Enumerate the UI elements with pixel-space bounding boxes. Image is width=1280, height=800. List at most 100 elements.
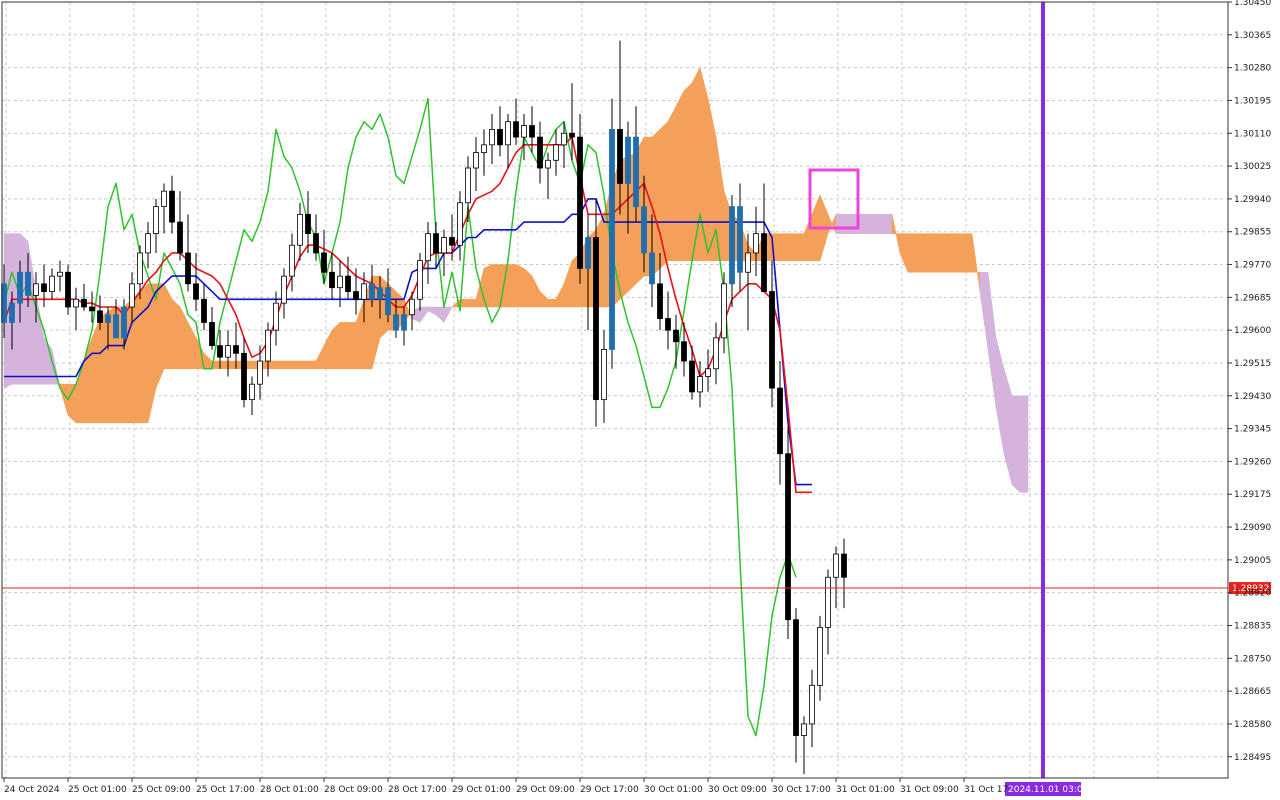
- candle-body: [601, 349, 607, 401]
- candle-body: [249, 383, 255, 401]
- y-tick-label: 1.28750: [1234, 654, 1271, 664]
- candle-body: [417, 260, 423, 300]
- candle-body: [345, 275, 351, 292]
- x-tick-label: 31 Oct 01:00: [836, 785, 895, 795]
- candle-body: [73, 298, 79, 308]
- y-tick-label: 1.29175: [1234, 490, 1271, 500]
- candle-body: [113, 314, 119, 339]
- candle-body: [465, 167, 471, 204]
- cloud-segment: [347, 322, 357, 370]
- y-tick-label: 1.29345: [1234, 425, 1271, 435]
- cloud-segment: [955, 233, 965, 273]
- candle-body: [577, 136, 583, 269]
- cloud-segment: [91, 318, 101, 424]
- x-tick-label: 28 Oct 17:00: [388, 785, 447, 795]
- y-tick-label: 1.29855: [1234, 228, 1271, 238]
- candle-body: [409, 298, 415, 316]
- candle-body: [129, 283, 135, 308]
- x-tick-label: 24 Oct 2024: [4, 785, 60, 795]
- candle-body: [785, 453, 791, 621]
- candle-body: [193, 283, 199, 300]
- candle-body: [425, 233, 431, 262]
- candle-body: [441, 237, 447, 254]
- x-tick-label: 28 Oct 01:00: [260, 785, 319, 795]
- y-tick-label: 1.29685: [1234, 293, 1271, 303]
- cloud-segment: [659, 120, 669, 270]
- candle-body: [33, 283, 39, 296]
- cloud-segment: [1011, 395, 1021, 494]
- candle-body: [449, 237, 455, 246]
- candle-body: [729, 206, 735, 285]
- candle-body: [481, 144, 487, 153]
- cloud-segment: [547, 298, 557, 308]
- cloud-segment: [163, 283, 173, 370]
- cloud-segment: [963, 233, 973, 273]
- cloud-segment: [835, 214, 845, 234]
- cloud-segment: [939, 233, 949, 273]
- cloud-segment: [675, 90, 685, 261]
- cloud-segment: [779, 233, 789, 261]
- candle-body: [625, 136, 631, 184]
- x-tick-label: 29 Oct 09:00: [516, 785, 575, 795]
- candle-body: [377, 287, 383, 300]
- cloud-segment: [915, 233, 925, 273]
- x-tick-label: 25 Oct 01:00: [68, 785, 127, 795]
- y-tick-label: 1.28495: [1234, 753, 1271, 763]
- y-tick-label: 1.29940: [1234, 195, 1271, 205]
- cloud-segment: [867, 214, 877, 234]
- candle-body: [657, 283, 663, 319]
- candle-body: [769, 291, 775, 389]
- candle-body: [673, 329, 679, 343]
- cloud-segment: [307, 360, 317, 370]
- candle-body: [209, 322, 215, 347]
- cloud-segment: [787, 233, 797, 261]
- cloud-segment: [131, 290, 141, 424]
- candle-body: [145, 233, 151, 254]
- candle-body: [273, 302, 279, 331]
- candle-body: [513, 121, 519, 138]
- cloud-segment: [795, 233, 805, 261]
- y-tick-label: 1.29090: [1234, 523, 1271, 533]
- candle-body: [833, 553, 839, 578]
- cloud-segment: [923, 233, 933, 273]
- candle-body: [753, 233, 759, 254]
- cloud-segment: [139, 283, 149, 424]
- candle-body: [817, 627, 823, 686]
- candle-body: [641, 206, 647, 254]
- y-tick-label: 1.28580: [1234, 720, 1271, 730]
- cloud-segment: [667, 106, 677, 261]
- cloud-segment: [947, 233, 957, 273]
- y-tick-label: 1.28665: [1234, 687, 1271, 697]
- candle-body: [497, 129, 503, 146]
- x-tick-label: 28 Oct 09:00: [324, 785, 383, 795]
- cloud-segment: [19, 232, 29, 385]
- candle-body: [321, 252, 327, 273]
- cloud-segment: [291, 360, 301, 370]
- cloud-segment: [99, 310, 109, 424]
- y-tick-label: 1.29260: [1234, 457, 1271, 467]
- candle-body: [609, 129, 615, 350]
- cloud-segment: [683, 82, 693, 261]
- cloud-segment: [883, 214, 893, 234]
- candle-body: [105, 314, 111, 323]
- cloud-segment: [155, 283, 165, 389]
- cloud-segment: [491, 264, 501, 308]
- time-marker-label: 2024.11.01 03:00: [1008, 785, 1089, 795]
- candle-body: [665, 318, 671, 331]
- candle-body: [721, 283, 727, 339]
- candle-body: [153, 206, 159, 235]
- candle-body: [737, 206, 743, 273]
- candle-body: [217, 345, 223, 358]
- ichimoku-chart[interactable]: 1.289322024.11.01 03:00 1.304501.303651.…: [0, 0, 1280, 800]
- x-tick-label: 25 Oct 09:00: [132, 785, 191, 795]
- cloud-segment: [691, 67, 701, 261]
- candle-body: [265, 329, 271, 362]
- candle-body: [633, 136, 639, 208]
- x-tick-label: 29 Oct 01:00: [452, 785, 511, 795]
- candle-body: [353, 291, 359, 300]
- candle-body: [705, 368, 711, 377]
- cloud-segment: [507, 264, 517, 308]
- candle-body: [233, 345, 239, 354]
- candle-body: [537, 136, 543, 169]
- candle-body: [17, 271, 23, 304]
